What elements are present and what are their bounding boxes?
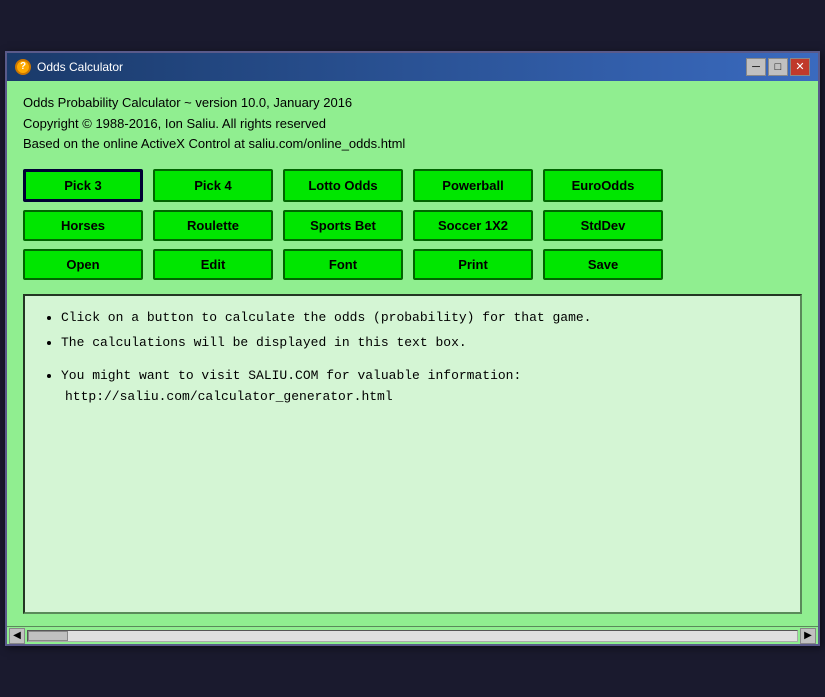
horizontal-scrollbar: ◀ ▶ [7,626,818,644]
save-button[interactable]: Save [543,249,663,280]
app-icon: ? [15,59,31,75]
sports-bet-button[interactable]: Sports Bet [283,210,403,241]
lotto-odds-button[interactable]: Lotto Odds [283,169,403,202]
print-button[interactable]: Print [413,249,533,280]
roulette-button[interactable]: Roulette [153,210,273,241]
button-row-1: Pick 3 Pick 4 Lotto Odds Powerball EuroO… [23,169,802,202]
powerball-button[interactable]: Powerball [413,169,533,202]
pick3-button[interactable]: Pick 3 [23,169,143,202]
title-bar: ? Odds Calculator ─ □ ✕ [7,53,818,81]
horses-button[interactable]: Horses [23,210,143,241]
scroll-thumb[interactable] [28,631,68,641]
output-bullet-3: You might want to visit SALIU.COM for va… [61,366,784,408]
app-header: Odds Probability Calculator ~ version 10… [23,93,802,155]
output-url: http://saliu.com/calculator_generator.ht… [65,389,393,404]
minimize-button[interactable]: ─ [746,58,766,76]
window-content: Odds Probability Calculator ~ version 10… [7,81,818,626]
soccer-1x2-button[interactable]: Soccer 1X2 [413,210,533,241]
button-row-2: Horses Roulette Sports Bet Soccer 1X2 St… [23,210,802,241]
window-title: Odds Calculator [37,60,123,74]
pick4-button[interactable]: Pick 4 [153,169,273,202]
scroll-right-button[interactable]: ▶ [800,628,816,644]
header-line2: Copyright © 1988-2016, Ion Saliu. All ri… [23,114,802,135]
stddev-button[interactable]: StdDev [543,210,663,241]
button-rows: Pick 3 Pick 4 Lotto Odds Powerball EuroO… [23,169,802,280]
button-row-3: Open Edit Font Print Save [23,249,802,280]
edit-button[interactable]: Edit [153,249,273,280]
maximize-button[interactable]: □ [768,58,788,76]
font-button[interactable]: Font [283,249,403,280]
scroll-track[interactable] [27,630,798,642]
output-bullet-2: The calculations will be displayed in th… [61,333,784,354]
main-window: ? Odds Calculator ─ □ ✕ Odds Probability… [5,51,820,646]
output-textbox[interactable]: Click on a button to calculate the odds … [23,294,802,614]
close-button[interactable]: ✕ [790,58,810,76]
header-line3: Based on the online ActiveX Control at s… [23,134,802,155]
output-bullet-1: Click on a button to calculate the odds … [61,308,784,329]
euro-odds-button[interactable]: EuroOdds [543,169,663,202]
open-button[interactable]: Open [23,249,143,280]
window-controls: ─ □ ✕ [746,58,810,76]
header-line1: Odds Probability Calculator ~ version 10… [23,93,802,114]
title-bar-left: ? Odds Calculator [15,59,123,75]
scroll-left-button[interactable]: ◀ [9,628,25,644]
